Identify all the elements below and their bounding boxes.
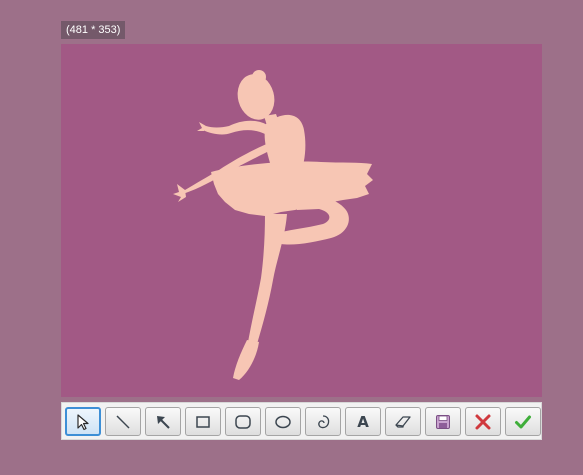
checkmark-icon [515,415,531,428]
cancel-button[interactable] [465,407,501,436]
rectangle-icon [196,415,210,428]
rectangle-tool-button[interactable] [185,407,221,436]
freehand-tool-button[interactable] [305,407,341,436]
arrow-icon [157,415,170,429]
line-icon [116,414,130,429]
select-tool-button[interactable] [65,407,101,436]
save-icon [436,414,450,429]
ellipse-icon [275,415,291,428]
dancer-silhouette-image [173,70,373,380]
confirm-button[interactable] [505,407,541,436]
rounded-rectangle-icon [235,414,251,429]
save-button[interactable] [425,407,461,436]
annotation-toolbar: A [61,402,542,440]
text-icon: A [357,412,369,431]
close-icon [475,414,491,429]
arrow-tool-button[interactable] [145,407,181,436]
ellipse-tool-button[interactable] [265,407,301,436]
text-tool-button[interactable]: A [345,407,381,436]
eraser-icon [395,415,411,428]
rounded-rectangle-tool-button[interactable] [225,407,261,436]
eraser-tool-button[interactable] [385,407,421,436]
freehand-icon [318,414,330,428]
capture-selection-area[interactable] [61,44,542,397]
cursor-icon [77,413,89,430]
selection-size-label: (481 * 353) [61,21,126,39]
line-tool-button[interactable] [105,407,141,436]
